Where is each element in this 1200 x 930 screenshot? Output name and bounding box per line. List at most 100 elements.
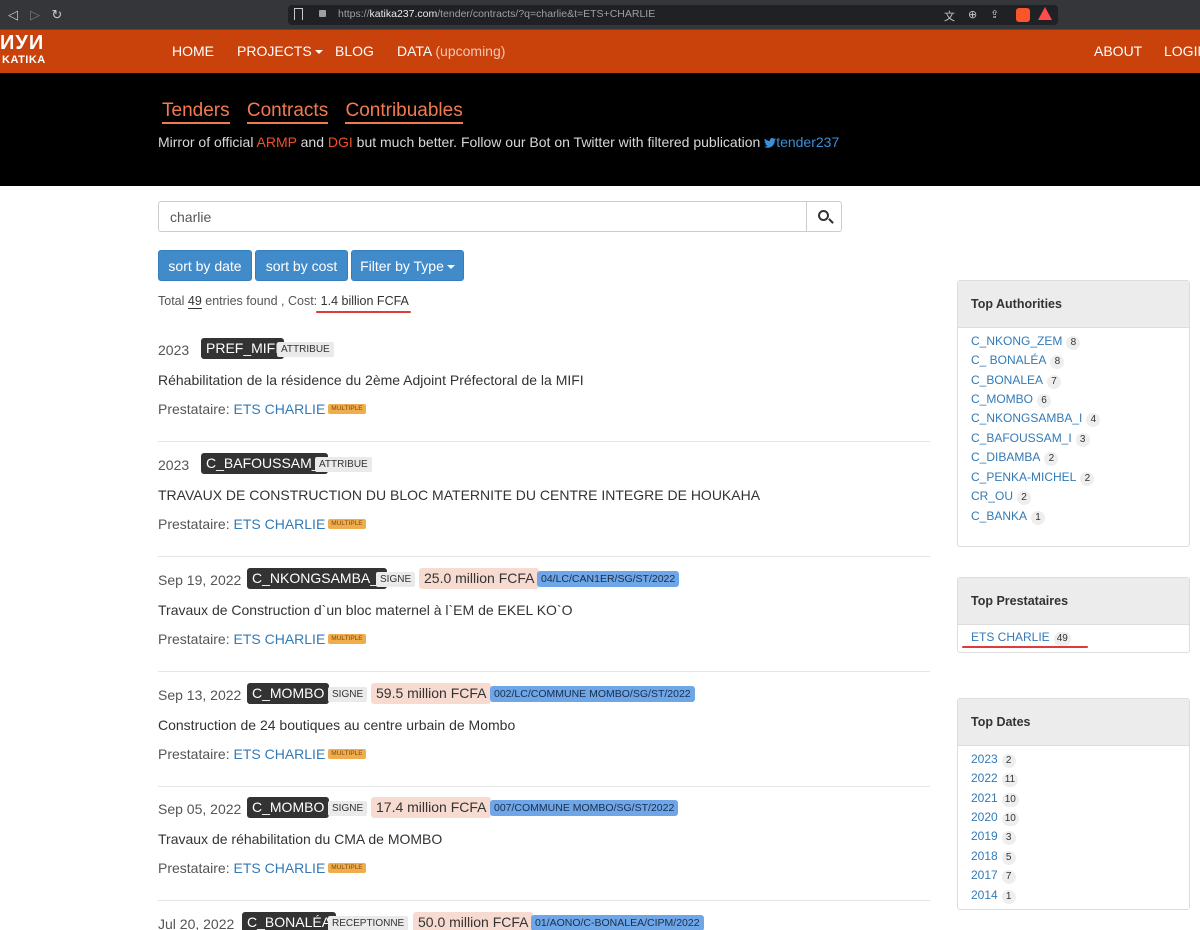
brave-rewards-icon[interactable]	[1038, 7, 1052, 20]
date-item[interactable]: 2021 10	[971, 791, 1019, 807]
date-item[interactable]: 2014 1	[971, 888, 1016, 904]
nav-data[interactable]: DATA (upcoming)	[397, 43, 505, 59]
back-icon[interactable]: ◁	[4, 6, 22, 24]
result-title[interactable]: TRAVAUX DE CONSTRUCTION DU BLOC MATERNIT…	[158, 487, 760, 503]
result-date: Sep 05, 2022	[158, 801, 242, 817]
link-tenders[interactable]: Tenders	[162, 100, 230, 124]
multiple-badge: MULTIPLE	[328, 404, 366, 414]
total-cost: 1.4 billion FCFA	[320, 294, 409, 308]
authority-item[interactable]: C_BONALEA 7	[971, 373, 1062, 389]
date-item[interactable]: 2020 10	[971, 810, 1019, 826]
result-item: 2023 C_BAFOUSSAM_I ATTRIBUE TRAVAUX DE C…	[158, 451, 930, 557]
multiple-badge: MULTIPLE	[328, 863, 366, 873]
annotation-underline	[316, 311, 411, 313]
result-date: Sep 13, 2022	[158, 687, 242, 703]
authority-badge[interactable]: PREF_MIFI	[201, 338, 285, 359]
brave-shields-icon[interactable]	[1016, 8, 1030, 22]
sort-by-cost-button[interactable]: sort by cost	[255, 250, 348, 281]
url-text[interactable]: https://katika237.com/tender/contracts/?…	[338, 8, 655, 20]
multiple-badge: MULTIPLE	[328, 519, 366, 529]
panel-title: Top Dates	[958, 699, 1189, 746]
search-bar	[158, 201, 842, 232]
hero-banner: Tenders Contracts Contribuables Mirror o…	[0, 73, 1200, 186]
link-contracts[interactable]: Contracts	[246, 100, 329, 124]
prestataire-item[interactable]: ETS CHARLIE 49	[971, 630, 1071, 646]
authority-item[interactable]: CR_OU 2	[971, 489, 1032, 505]
authority-item[interactable]: C_DIBAMBA 2	[971, 450, 1059, 466]
hero-tagline: Mirror of official ARMP and DGI but much…	[158, 134, 840, 150]
link-contribuables[interactable]: Contribuables	[345, 100, 463, 124]
reference-badge: 007/COMMUNE MOMBO/SG/ST/2022	[490, 800, 679, 816]
authority-item[interactable]: C_NKONGSAMBA_I 4	[971, 411, 1101, 427]
prestataire-link[interactable]: ETS CHARLIE	[233, 860, 325, 876]
prestataire-link[interactable]: ETS CHARLIE	[233, 401, 325, 417]
twitter-link[interactable]: tender237	[764, 134, 839, 150]
top-authorities-panel: Top Authorities C_NKONG_ZEM 8 C_ BONALÉA 8…	[957, 280, 1190, 547]
panel-title: Top Authorities	[958, 281, 1189, 328]
nav-projects[interactable]: PROJECTS	[237, 43, 323, 59]
result-title[interactable]: Construction de 24 boutiques au centre u…	[158, 717, 515, 733]
authority-item[interactable]: C_MOMBO 6	[971, 392, 1052, 408]
authority-item[interactable]: C_ BONALÉA 8	[971, 353, 1065, 369]
authority-badge[interactable]: C_MOMBO	[247, 797, 330, 818]
caret-down-icon	[446, 265, 455, 270]
result-date: 2023	[158, 457, 190, 473]
total-count: 49	[187, 294, 202, 309]
zoom-icon[interactable]: ⊕	[968, 8, 977, 21]
result-prestataire: Prestataire: ETS CHARLIE MULTIPLE	[158, 860, 366, 876]
nav-login[interactable]: LOGIN	[1164, 43, 1200, 59]
date-item[interactable]: 2018 5	[971, 849, 1016, 865]
top-prestataires-panel: Top Prestataires ETS CHARLIE 49	[957, 577, 1190, 653]
authority-item[interactable]: C_PENKA-MICHEL 2	[971, 470, 1095, 486]
share-icon[interactable]: ⇪	[990, 8, 999, 21]
date-item[interactable]: 2022 11	[971, 771, 1019, 787]
prestataire-link[interactable]: ETS CHARLIE	[233, 631, 325, 647]
authority-badge[interactable]: C_BAFOUSSAM_I	[201, 453, 329, 474]
result-item: Sep 05, 2022 C_MOMBO SIGNE 17.4 million …	[158, 795, 930, 901]
search-button[interactable]	[806, 201, 842, 232]
cost-badge: 17.4 million FCFA	[371, 797, 492, 818]
result-date: Sep 19, 2022	[158, 572, 242, 588]
result-prestataire: Prestataire: ETS CHARLIE MULTIPLE	[158, 516, 366, 532]
nav-home[interactable]: HOME	[172, 43, 214, 59]
date-item[interactable]: 2019 3	[971, 829, 1016, 845]
authority-item[interactable]: C_BAFOUSSAM_I 3	[971, 431, 1090, 447]
panel-title: Top Prestataires	[958, 578, 1189, 625]
site-logo[interactable]: ИУИ KATIKA	[0, 32, 48, 72]
browser-toolbar: ◁ ▷ ↻ https://katika237.com/tender/contr…	[0, 0, 1200, 30]
result-prestataire: Prestataire: ETS CHARLIE MULTIPLE	[158, 631, 366, 647]
translate-icon[interactable]: 文	[944, 8, 955, 24]
prestataire-link[interactable]: ETS CHARLIE	[233, 746, 325, 762]
filter-by-type-button[interactable]: Filter by Type	[351, 250, 464, 281]
result-title[interactable]: Travaux de réhabilitation du CMA de MOMB…	[158, 831, 442, 847]
nav-blog[interactable]: BLOG	[335, 43, 374, 59]
prestataire-link[interactable]: ETS CHARLIE	[233, 516, 325, 532]
authority-item[interactable]: C_NKONG_ZEM 8	[971, 334, 1081, 350]
cost-badge: 25.0 million FCFA	[419, 568, 540, 589]
sort-by-date-button[interactable]: sort by date	[158, 250, 252, 281]
date-item[interactable]: 2017 7	[971, 868, 1016, 884]
result-title[interactable]: Réhabilitation de la résidence du 2ème A…	[158, 372, 584, 388]
authority-item[interactable]: C_BANKA 1	[971, 509, 1046, 525]
forward-icon[interactable]: ▷	[26, 6, 44, 24]
result-item: Jul 20, 2022 C_BONALÉA RECEPTIONNE 50.0 …	[158, 910, 930, 930]
cost-badge: 50.0 million FCFA	[413, 912, 534, 930]
search-input[interactable]	[158, 201, 807, 232]
nav-about[interactable]: ABOUT	[1094, 43, 1142, 59]
bookmark-icon[interactable]	[294, 8, 303, 20]
lock-icon[interactable]	[319, 10, 326, 17]
annotation-underline	[962, 646, 1088, 648]
result-title[interactable]: Travaux de Construction d`un bloc matern…	[158, 602, 572, 618]
link-dgi[interactable]: DGI	[328, 134, 353, 150]
link-armp[interactable]: ARMP	[257, 134, 297, 150]
reload-icon[interactable]: ↻	[48, 6, 66, 24]
reference-badge: 002/LC/COMMUNE MOMBO/SG/ST/2022	[490, 686, 695, 702]
authority-badge[interactable]: C_MOMBO	[247, 683, 330, 704]
result-item: 2023 PREF_MIFI ATTRIBUE Réhabilitation d…	[158, 336, 930, 442]
date-item[interactable]: 2023 2	[971, 752, 1016, 768]
result-prestataire: Prestataire: ETS CHARLIE MULTIPLE	[158, 746, 366, 762]
status-badge: ATTRIBUE	[315, 457, 372, 472]
authority-badge[interactable]: C_BONALÉA	[242, 912, 337, 930]
authority-badge[interactable]: C_NKONGSAMBA_I	[247, 568, 387, 589]
address-bar[interactable]: https://katika237.com/tender/contracts/?…	[288, 5, 1058, 25]
